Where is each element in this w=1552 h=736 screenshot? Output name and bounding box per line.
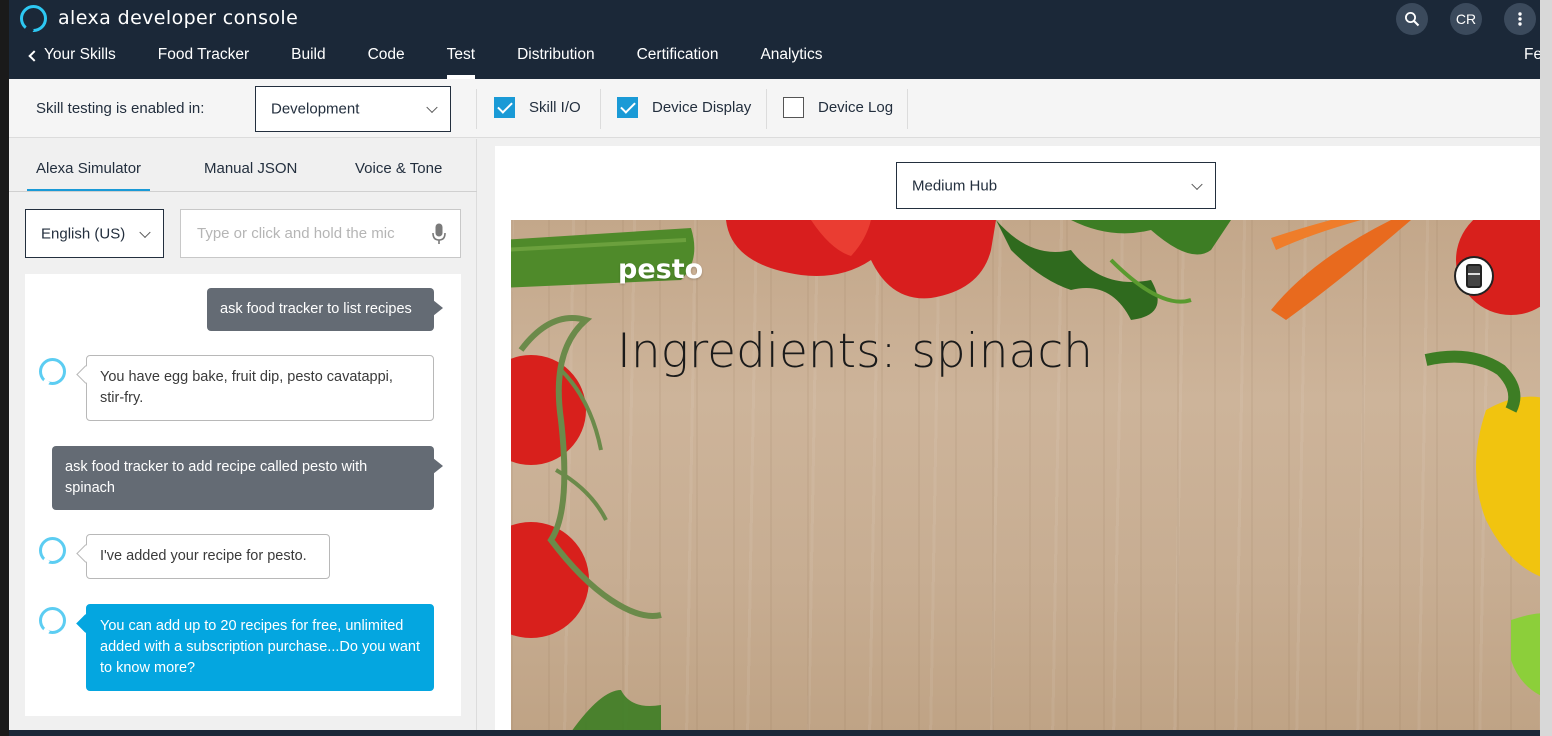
user-message: ask food tracker to list recipes xyxy=(207,288,443,331)
main-nav: Your Skills Food Tracker Build Code Test… xyxy=(28,44,864,79)
alexa-response: You have egg bake, fruit dip, pesto cava… xyxy=(86,355,434,421)
nav-feedback[interactable]: Feed xyxy=(1524,46,1540,64)
display-title: pesto xyxy=(618,254,704,285)
more-menu-button[interactable] xyxy=(1504,3,1536,35)
chevron-down-icon xyxy=(1191,178,1203,190)
locale-select-value: English (US) xyxy=(41,225,126,242)
nav-build[interactable]: Build xyxy=(291,44,325,79)
user-avatar-button[interactable]: CR xyxy=(1450,3,1482,35)
divider xyxy=(476,89,477,129)
tab-alexa-simulator[interactable]: Alexa Simulator xyxy=(26,160,151,191)
stage-select[interactable]: Development xyxy=(255,86,451,132)
microphone-icon[interactable] xyxy=(432,223,446,245)
conversation-log: ask food tracker to list recipes You hav… xyxy=(25,274,461,716)
device-select[interactable]: Medium Hub xyxy=(896,162,1216,209)
skill-io-checkbox[interactable] xyxy=(494,97,515,118)
locale-select[interactable]: English (US) xyxy=(25,209,164,258)
device-log-label: Device Log xyxy=(818,99,894,116)
stage-select-value: Development xyxy=(271,100,360,118)
alexa-response-upsell: You can add up to 20 recipes for free, u… xyxy=(86,604,434,691)
nav-distribution[interactable]: Distribution xyxy=(517,44,595,79)
header-actions: CR xyxy=(1396,3,1536,35)
simulator-tabs: Alexa Simulator Manual JSON Voice & Tone xyxy=(9,139,477,192)
alexa-ring-icon xyxy=(39,607,66,634)
device-log-checkbox[interactable] xyxy=(783,97,804,118)
device-display-checkbox[interactable] xyxy=(617,97,638,118)
nav-certification[interactable]: Certification xyxy=(637,44,719,79)
tab-manual-json[interactable]: Manual JSON xyxy=(204,160,297,177)
fridge-icon xyxy=(1466,264,1482,288)
utterance-input[interactable] xyxy=(181,210,421,257)
tab-voice-tone[interactable]: Voice & Tone xyxy=(355,160,442,177)
skill-io-toggle[interactable]: Skill I/O xyxy=(494,97,581,118)
device-screen: pesto Ingredients: spinach xyxy=(511,220,1540,732)
display-body-text: Ingredients: spinach xyxy=(617,324,1093,379)
search-icon xyxy=(1405,12,1420,27)
alexa-logo-icon xyxy=(20,4,47,32)
divider xyxy=(600,89,601,129)
device-display-panel: Medium Hub pesto Ingredients: spinach xyxy=(495,146,1540,736)
top-bar: alexa developer console CR Your Skills F… xyxy=(9,0,1540,79)
chevron-down-icon xyxy=(139,226,151,238)
nav-analytics[interactable]: Analytics xyxy=(760,44,822,79)
user-message: ask food tracker to add recipe called pe… xyxy=(52,446,443,510)
device-display-toggle[interactable]: Device Display xyxy=(617,97,751,118)
window-edge xyxy=(1540,0,1552,736)
app-window: alexa developer console CR Your Skills F… xyxy=(9,0,1540,736)
nav-code[interactable]: Code xyxy=(368,44,405,79)
search-button[interactable] xyxy=(1396,3,1428,35)
vegetables-background-image xyxy=(511,220,1540,732)
chevron-left-icon xyxy=(28,50,40,62)
simulator-panel: Alexa Simulator Manual JSON Voice & Tone… xyxy=(9,139,477,736)
skill-io-label: Skill I/O xyxy=(529,99,581,116)
device-log-toggle[interactable]: Device Log xyxy=(783,97,893,118)
nav-your-skills[interactable]: Your Skills xyxy=(28,44,116,79)
divider xyxy=(907,89,908,129)
bottom-bar xyxy=(9,730,1540,736)
utterance-box xyxy=(180,209,461,258)
alexa-ring-icon xyxy=(39,358,66,385)
nav-test[interactable]: Test xyxy=(446,44,476,79)
nav-food-tracker[interactable]: Food Tracker xyxy=(158,44,249,79)
device-select-value: Medium Hub xyxy=(912,177,998,194)
chevron-down-icon xyxy=(426,101,438,114)
testing-enabled-label: Skill testing is enabled in: xyxy=(36,100,205,117)
test-toolbar: Skill testing is enabled in: Development… xyxy=(9,79,1540,138)
divider xyxy=(766,89,767,129)
more-vertical-icon xyxy=(1518,12,1522,26)
nav-your-skills-label: Your Skills xyxy=(44,46,116,63)
alexa-response: I've added your recipe for pesto. xyxy=(86,534,330,579)
brand-title: alexa developer console xyxy=(58,7,299,29)
alexa-ring-icon xyxy=(39,537,66,564)
brand[interactable]: alexa developer console xyxy=(20,4,298,32)
device-display-label: Device Display xyxy=(652,99,752,116)
skill-logo xyxy=(1454,256,1494,296)
